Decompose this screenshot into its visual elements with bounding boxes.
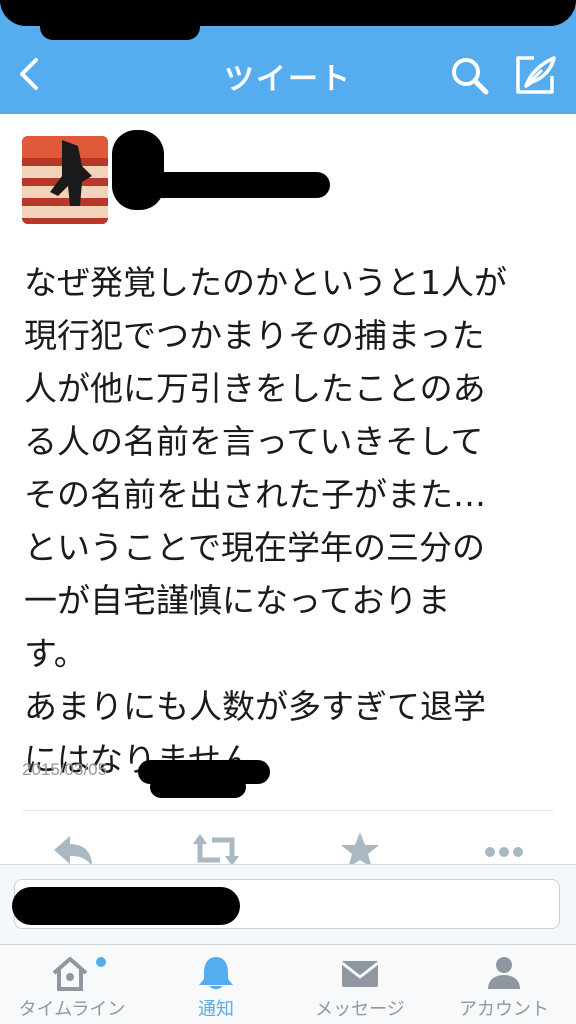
home-icon — [50, 955, 90, 991]
tab-bar: タイムライン 通知 メッセージ アカウント — [0, 944, 576, 1024]
navigation-bar: ツイート — [0, 40, 576, 114]
status-bar — [0, 0, 576, 40]
tweet-detail-screen: ツイート なぜ発覚したのかというと1人が 現行犯でつかまりその捕まった 人が他に… — [0, 0, 576, 1024]
envelope-icon — [340, 955, 380, 991]
tab-label: 通知 — [198, 999, 234, 1020]
redaction-mark — [130, 172, 330, 198]
redaction-mark — [112, 130, 164, 210]
tab-messages[interactable]: メッセージ — [288, 945, 432, 1024]
divider — [22, 810, 554, 811]
compose-icon[interactable] — [512, 52, 558, 98]
avatar[interactable] — [22, 136, 108, 224]
tab-label: タイムライン — [18, 999, 126, 1020]
notification-dot — [96, 957, 106, 967]
redaction-mark — [40, 14, 200, 40]
tab-label: メッセージ — [315, 999, 405, 1020]
tweet-text: なぜ発覚したのかというと1人が 現行犯でつかまりその捕まった 人が他に万引きをし… — [24, 263, 507, 779]
reply-bar — [0, 864, 576, 945]
search-icon[interactable] — [448, 54, 492, 98]
bell-icon — [196, 955, 236, 991]
redaction-mark — [150, 776, 246, 798]
tab-account[interactable]: アカウント — [432, 945, 576, 1024]
tweet-card: なぜ発覚したのかというと1人が 現行犯でつかまりその捕まった 人が他に万引きをし… — [0, 114, 576, 868]
tab-label: アカウント — [459, 999, 549, 1020]
redaction-mark — [12, 887, 240, 925]
person-icon — [484, 955, 524, 991]
tab-notifications[interactable]: 通知 — [144, 945, 288, 1024]
tweet-timestamp: 2015/03/05 — [22, 760, 108, 779]
tab-timeline[interactable]: タイムライン — [0, 945, 144, 1024]
